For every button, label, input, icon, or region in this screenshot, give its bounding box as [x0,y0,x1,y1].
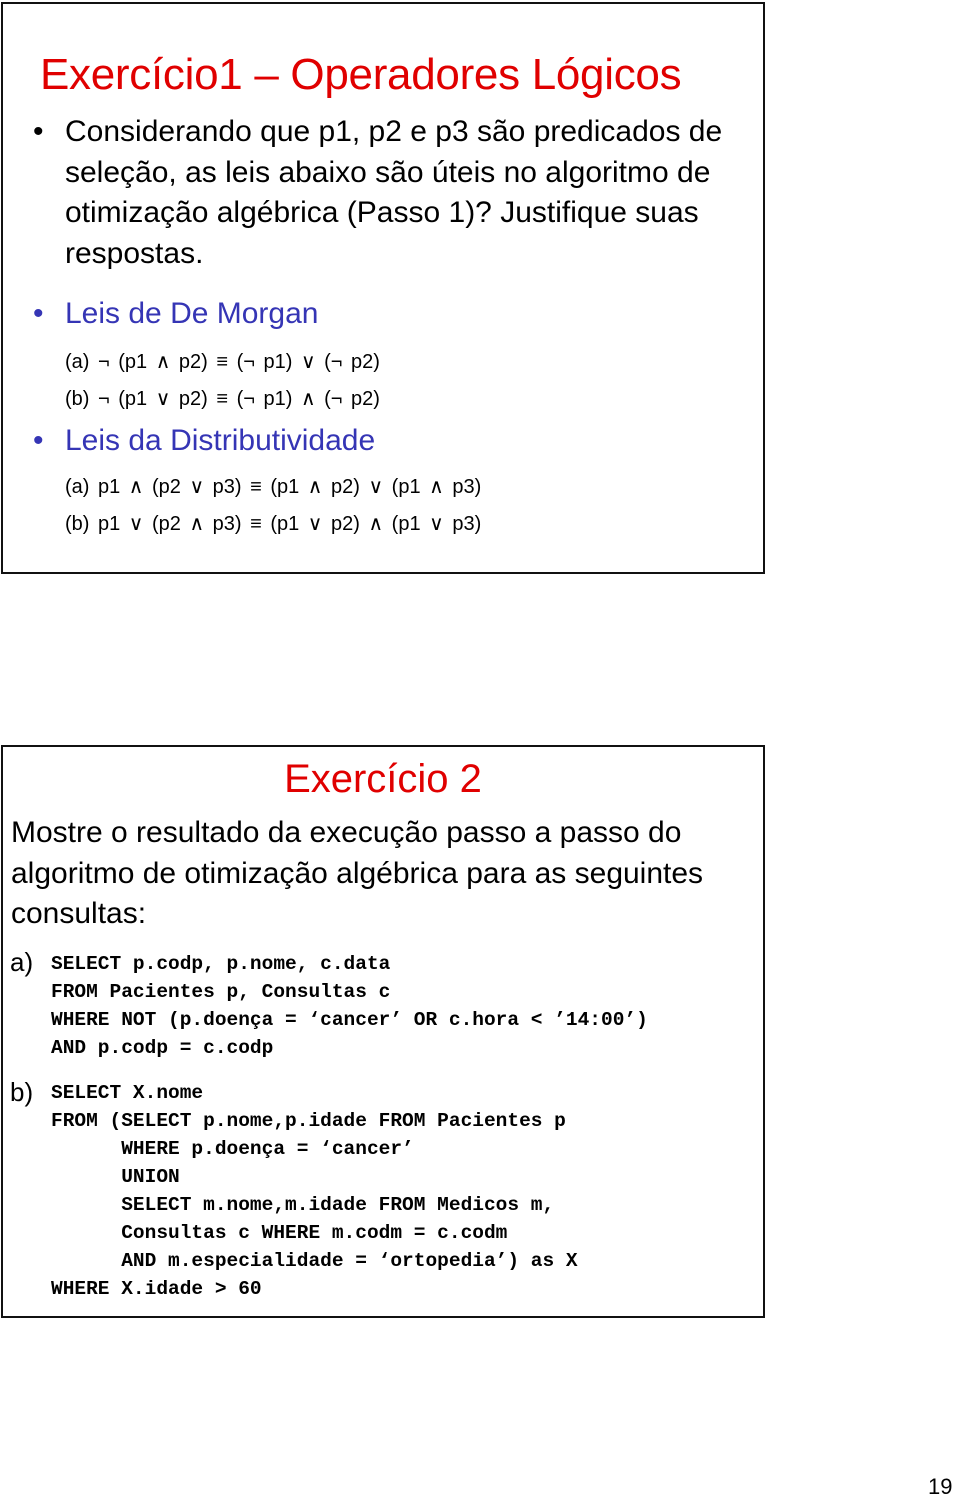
section-heading: Leis da Distributividade [65,424,376,457]
exercise-1-title: Exercício1 – Operadores Lógicos [40,50,682,99]
law-distributivity-b: (b) p1 ∨ (p2 ∧ p3) ≡ (p1 ∨ p2) ∧ (p1 ∨ p… [65,513,482,535]
page-number: 19 [928,1474,953,1499]
law-de-morgan-a: (a) ¬ (p1 ∧ p2) ≡ (¬ p1) ∨ (¬ p2) [65,351,380,373]
exercise-2-title: Exercício 2 [284,757,482,801]
slide-exercise-2: Exercício 2 Mostre o resultado da execuç… [1,745,765,1318]
query-a-sql: SELECT p.codp, p.nome, c.data FROM Pacie… [51,953,648,1059]
query-a-label: a) [10,947,34,977]
section-heading: Leis de De Morgan [65,297,319,330]
bullet-icon: • [33,424,44,457]
bullet-icon: • [33,297,44,330]
bullet-icon: • [33,115,44,148]
question-text: Considerando que p1, p2 e p3 são predica… [65,115,723,270]
query-b-sql: SELECT X.nome FROM (SELECT p.nome,p.idad… [51,1082,578,1300]
slide-exercise-1: Exercício1 – Operadores Lógicos • Consid… [1,2,765,574]
law-distributivity-a: (a) p1 ∧ (p2 ∨ p3) ≡ (p1 ∧ p2) ∨ (p1 ∧ p… [65,476,482,498]
exercise-2-prompt: Mostre o resultado da execução passo a p… [11,816,704,930]
law-de-morgan-b: (b) ¬ (p1 ∨ p2) ≡ (¬ p1) ∧ (¬ p2) [65,388,380,410]
query-b-label: b) [10,1077,34,1107]
